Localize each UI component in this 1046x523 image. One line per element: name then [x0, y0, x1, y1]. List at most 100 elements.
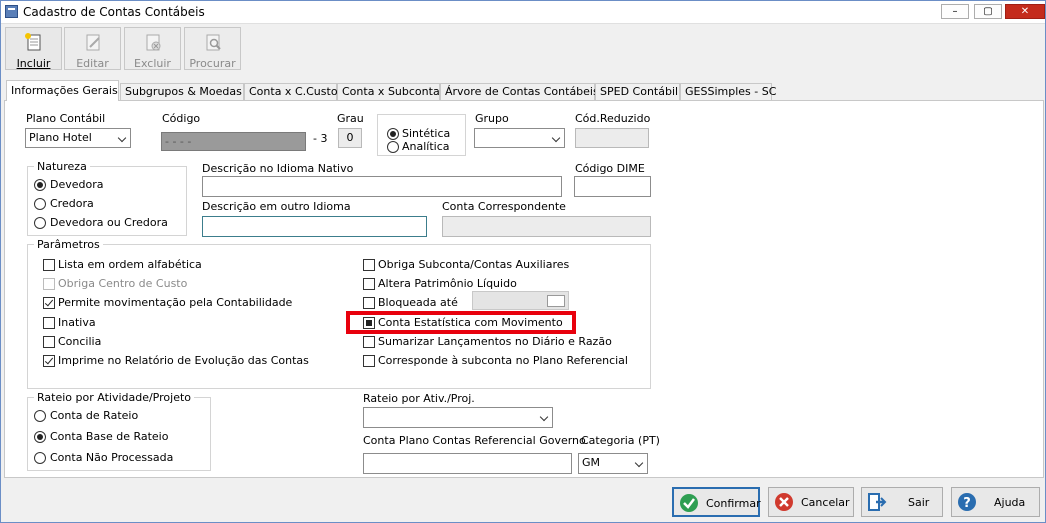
new-document-icon [24, 33, 40, 51]
imprime-relatorio-checkbox[interactable] [43, 355, 55, 367]
grupo-label: Grupo [475, 112, 509, 125]
correspondente-label: Conta Correspondente [442, 200, 566, 213]
minimize-button[interactable]: – [941, 4, 969, 19]
natureza-ambas-label: Devedora ou Credora [50, 216, 168, 229]
grupo-select[interactable] [474, 128, 565, 148]
sintetica-label: Sintética [402, 127, 451, 140]
window-title: Cadastro de Contas Contábeis [23, 5, 205, 19]
rateio-ativ-label: Rateio por Ativ./Proj. [363, 392, 475, 405]
conta-estatistica-checkbox[interactable] [363, 317, 375, 329]
tab-conta-ccusto[interactable]: Conta x C.Custo [244, 83, 338, 100]
concilia-label: Concilia [58, 335, 102, 348]
calendar-icon [547, 295, 565, 307]
obriga-subconta-checkbox[interactable] [363, 259, 375, 271]
analitica-radio[interactable] [387, 141, 399, 153]
svg-text:?: ? [963, 496, 971, 511]
rateio-conta-radio[interactable] [34, 410, 46, 422]
rateio-nao-radio[interactable] [34, 452, 46, 464]
search-document-icon [206, 34, 221, 51]
concilia-checkbox[interactable] [43, 336, 55, 348]
help-icon: ? [958, 493, 976, 511]
altera-patrimonio-label: Altera Patrimônio Líquido [378, 277, 517, 290]
altera-patrimonio-checkbox[interactable] [363, 278, 375, 290]
bloqueada-ate-label: Bloqueada até [378, 296, 458, 309]
sair-button[interactable]: Sair [861, 487, 943, 517]
tab-arvore-contas[interactable]: Árvore de Contas Contábeis [440, 83, 599, 100]
incluir-label: Incluir [16, 57, 51, 70]
codigo-field[interactable]: - - - - [161, 132, 306, 151]
desc-outro-input[interactable] [202, 216, 427, 237]
inativa-checkbox[interactable] [43, 317, 55, 329]
obriga-ccusto-checkbox[interactable] [43, 278, 55, 290]
obriga-subconta-label: Obriga Subconta/Contas Auxiliares [378, 258, 570, 271]
rateio-base-radio[interactable] [34, 431, 46, 443]
dime-label: Código DIME [575, 162, 645, 175]
delete-document-icon [146, 34, 160, 51]
bloqueada-ate-checkbox[interactable] [363, 297, 375, 309]
corresponde-subconta-label: Corresponde à subconta no Plano Referenc… [378, 354, 628, 367]
plano-label: Plano Contábil [26, 112, 106, 125]
confirmar-button[interactable]: Confirmar [672, 487, 761, 517]
restore-button[interactable]: ▢ [974, 4, 1002, 19]
ajuda-button[interactable]: ? Ajuda [951, 487, 1040, 517]
ref-gov-input[interactable] [363, 453, 572, 474]
dime-input[interactable] [574, 176, 651, 197]
confirmar-label: Confirmar [706, 497, 761, 510]
editar-label: Editar [76, 57, 109, 70]
plano-select[interactable]: Plano Hotel [25, 128, 131, 148]
bloqueada-date-picker[interactable] [472, 291, 569, 310]
sair-label: Sair [908, 496, 930, 509]
natureza-legend: Natureza [34, 160, 90, 173]
codreduzido-label: Cód.Reduzido [575, 112, 651, 125]
cancelar-label: Cancelar [801, 496, 850, 509]
editar-button[interactable]: Editar [64, 27, 121, 70]
excluir-button[interactable]: Excluir [124, 27, 181, 70]
natureza-credora-label: Credora [50, 197, 94, 210]
analitica-label: Analítica [402, 140, 450, 153]
excluir-label: Excluir [134, 57, 171, 70]
edit-document-icon [86, 34, 100, 51]
desc-outro-label: Descrição em outro Idioma [202, 200, 351, 213]
conta-estatistica-label: Conta Estatística com Movimento [378, 316, 563, 329]
rateio-legend: Rateio por Atividade/Projeto [34, 391, 194, 404]
permite-movimentacao-checkbox[interactable] [43, 297, 55, 309]
ajuda-label: Ajuda [994, 496, 1026, 509]
grau-label: Grau [337, 112, 364, 125]
exit-icon [868, 493, 887, 511]
rateio-base-label: Conta Base de Rateio [50, 430, 169, 443]
tab-sped-contabil[interactable]: SPED Contábil [595, 83, 680, 100]
desc-nativo-label: Descrição no Idioma Nativo [202, 162, 354, 175]
natureza-credora-radio[interactable] [34, 198, 46, 210]
natureza-ambas-radio[interactable] [34, 217, 46, 229]
imprime-relatorio-label: Imprime no Relatório de Evolução das Con… [58, 354, 309, 367]
natureza-devedora-radio[interactable] [34, 179, 46, 191]
cancel-icon [775, 493, 793, 511]
incluir-button[interactable]: Incluir [5, 27, 62, 70]
codigo-suffix: - 3 [313, 132, 328, 145]
main-window: Cadastro de Contas Contábeis – ▢ ✕ Inclu… [0, 0, 1046, 523]
procurar-button[interactable]: Procurar [184, 27, 241, 70]
title-bar: Cadastro de Contas Contábeis – ▢ ✕ [1, 1, 1045, 24]
sumarizar-label: Sumarizar Lançamentos no Diário e Razão [378, 335, 612, 348]
sumarizar-checkbox[interactable] [363, 336, 375, 348]
tab-subgrupos-moedas[interactable]: Subgrupos & Moedas [120, 83, 244, 100]
lista-alfabetica-checkbox[interactable] [43, 259, 55, 271]
codigo-label: Código [162, 112, 201, 125]
correspondente-field [442, 216, 651, 237]
rateio-ativ-select[interactable] [363, 407, 553, 428]
ref-gov-label: Conta Plano Contas Referencial Governo [363, 434, 586, 447]
categoria-select[interactable]: GM [578, 453, 648, 474]
tab-gessimples[interactable]: GESSimples - SC [680, 83, 776, 100]
natureza-devedora-label: Devedora [50, 178, 104, 191]
lista-alfabetica-label: Lista em ordem alfabética [58, 258, 202, 271]
tab-informacoes-gerais[interactable]: Informações Gerais [6, 80, 119, 101]
cancelar-button[interactable]: Cancelar [768, 487, 854, 517]
corresponde-subconta-checkbox[interactable] [363, 355, 375, 367]
tab-conta-subconta[interactable]: Conta x Subconta [337, 83, 440, 100]
desc-nativo-input[interactable] [202, 176, 562, 197]
sintetica-radio[interactable] [387, 128, 399, 140]
categoria-label: Categoria (PT) [581, 434, 660, 447]
app-icon [5, 5, 18, 18]
checkmark-icon [680, 494, 698, 512]
close-button[interactable]: ✕ [1005, 4, 1045, 19]
